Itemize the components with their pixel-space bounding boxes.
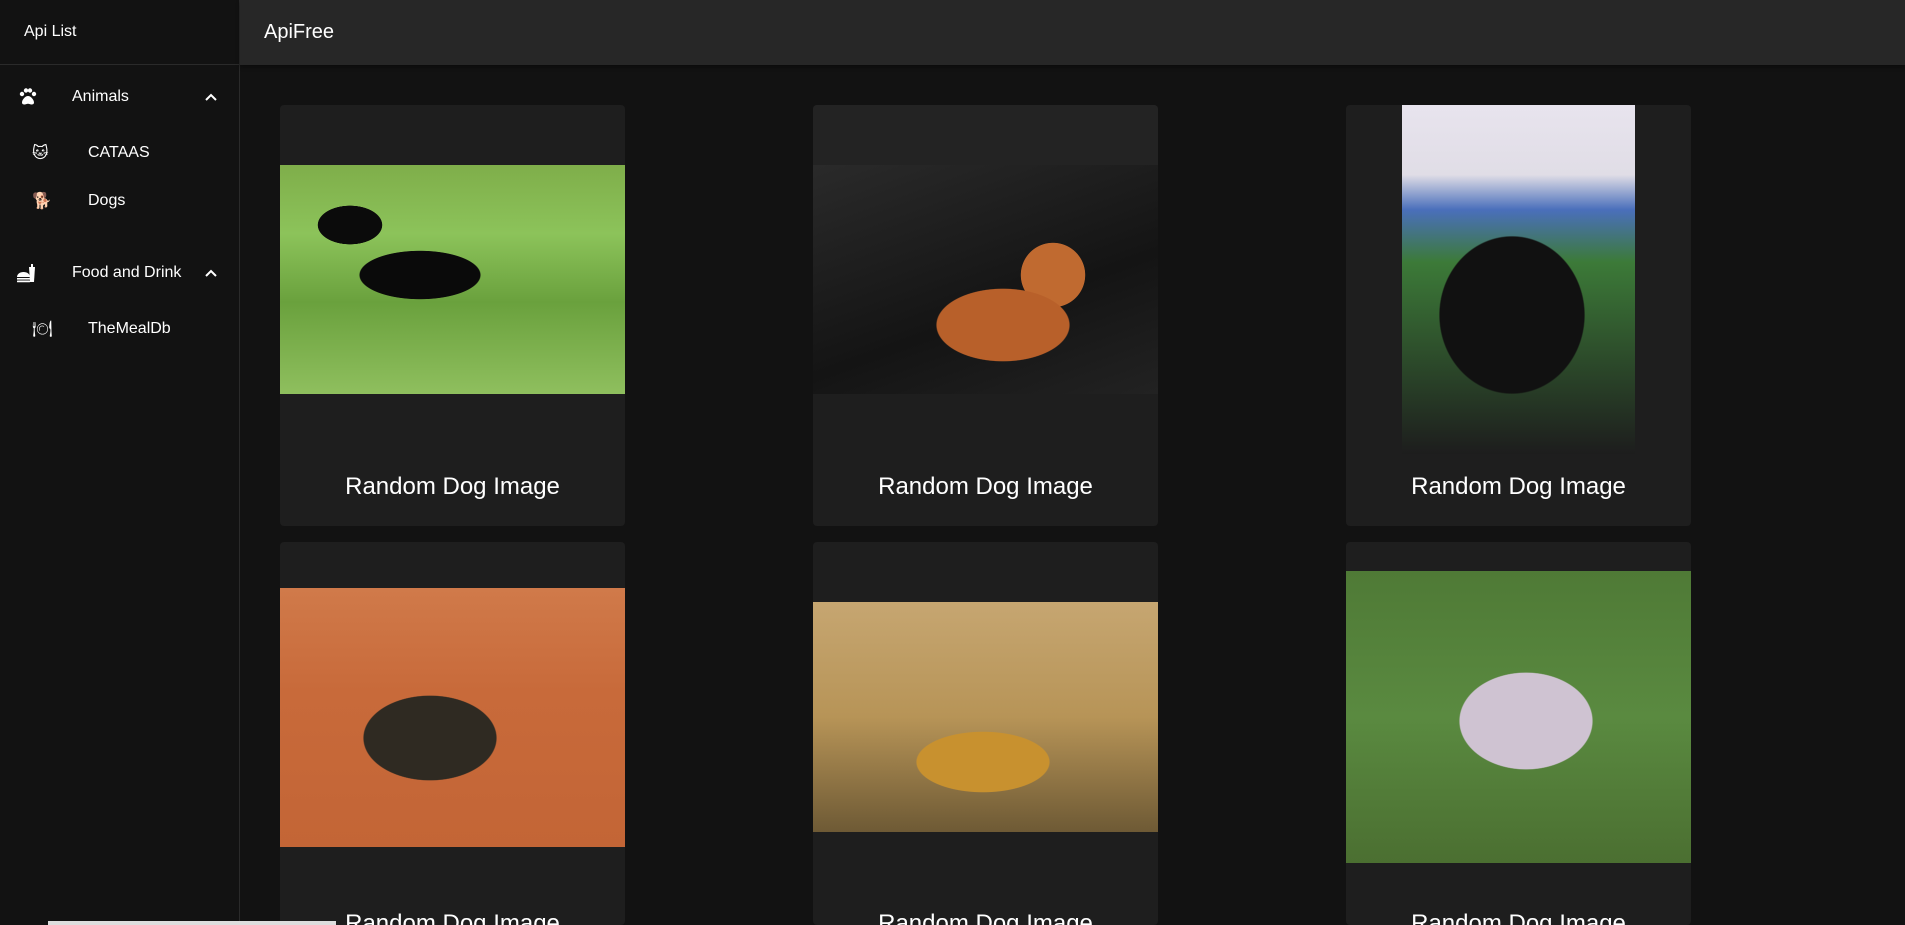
dog-card[interactable]: Random Dog Image xyxy=(1346,105,1691,526)
dog-photo xyxy=(280,165,625,394)
sidebar-group-food-and-drink[interactable]: Food and Drink xyxy=(0,241,239,305)
app-root: Api List Animals 🐱 CATAAS 🐕 Dogs Food an… xyxy=(0,0,1905,925)
card-grid: Random Dog Image Random Dog Image Random… xyxy=(240,65,1905,925)
app-bar: ApiFree xyxy=(240,0,1905,65)
dog-photo xyxy=(813,165,1158,394)
dog-card[interactable]: Random Dog Image xyxy=(813,105,1158,526)
scroll-overlay xyxy=(48,921,336,925)
dog-card[interactable]: Random Dog Image xyxy=(813,542,1158,925)
app-title: ApiFree xyxy=(264,21,335,43)
meal-icon: 🍽 xyxy=(32,321,53,338)
dog-card[interactable]: Random Dog Image xyxy=(280,542,625,925)
sidebar-item-label: TheMealDb xyxy=(88,320,171,337)
dog-card[interactable]: Random Dog Image xyxy=(280,105,625,526)
card-caption: Random Dog Image xyxy=(1411,473,1626,500)
fastfood-icon xyxy=(16,261,56,285)
dog-photo xyxy=(813,602,1158,832)
sidebar-item-label: CATAAS xyxy=(88,144,150,161)
cat-icon: 🐱 xyxy=(32,145,49,162)
sidebar-group-animals[interactable]: Animals xyxy=(0,65,239,129)
sidebar: Api List Animals 🐱 CATAAS 🐕 Dogs Food an… xyxy=(0,0,240,925)
chevron-up-icon[interactable] xyxy=(199,85,223,109)
card-caption: Random Dog Image xyxy=(1411,910,1626,925)
sidebar-item-label: Dogs xyxy=(88,192,126,209)
dog-card[interactable]: Random Dog Image xyxy=(1346,542,1691,925)
sidebar-group-label: Animals xyxy=(72,88,129,105)
dog-photo xyxy=(1346,571,1691,863)
dog-photo xyxy=(280,588,625,847)
card-caption: Random Dog Image xyxy=(878,910,1093,925)
sidebar-group-label: Food and Drink xyxy=(72,264,182,281)
chevron-up-icon[interactable] xyxy=(199,261,223,285)
dog-photo xyxy=(1402,105,1635,454)
card-caption: Random Dog Image xyxy=(345,473,560,500)
sidebar-item-themealdb[interactable]: 🍽 TheMealDb xyxy=(0,305,239,353)
sidebar-item-dogs[interactable]: 🐕 Dogs xyxy=(0,177,239,225)
sidebar-title: Api List xyxy=(0,0,239,65)
sidebar-item-cataas[interactable]: 🐱 CATAAS xyxy=(0,129,239,177)
card-caption: Random Dog Image xyxy=(878,473,1093,500)
dog-icon: 🐕 xyxy=(32,193,52,210)
paw-icon xyxy=(16,85,56,109)
